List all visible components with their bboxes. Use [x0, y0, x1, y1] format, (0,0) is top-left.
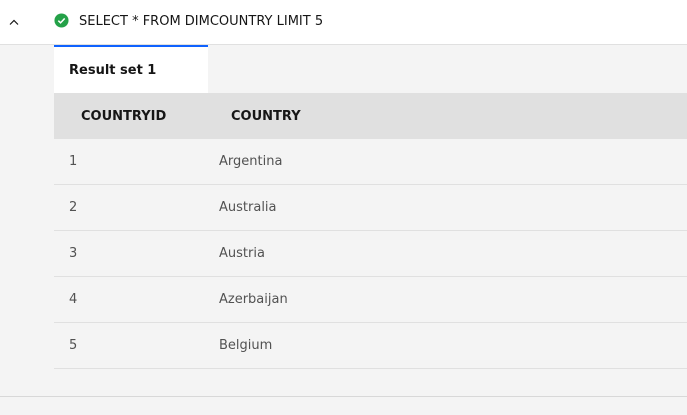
- column-header-country[interactable]: COUNTRY: [219, 93, 687, 139]
- chevron-up-icon: [9, 19, 19, 25]
- cell-countryid: 5: [54, 322, 219, 369]
- cell-country: Azerbaijan: [219, 276, 687, 323]
- collapse-toggle[interactable]: [4, 12, 24, 32]
- cell-country: Belgium: [219, 322, 687, 369]
- cell-countryid: 1: [54, 139, 219, 185]
- table-row: 3 Austria: [54, 230, 687, 277]
- table-row: 5 Belgium: [54, 322, 687, 369]
- cell-countryid: 4: [54, 276, 219, 323]
- cell-country: Austria: [219, 230, 687, 277]
- cell-country: Australia: [219, 184, 687, 231]
- cell-country: Argentina: [219, 139, 687, 185]
- tab-result-set-1[interactable]: Result set 1: [54, 45, 208, 93]
- table-row: 4 Azerbaijan: [54, 276, 687, 323]
- bottom-divider: [0, 396, 687, 397]
- tab-label: Result set 1: [69, 63, 157, 78]
- column-header-countryid[interactable]: COUNTRYID: [54, 93, 219, 139]
- table-row: 2 Australia: [54, 184, 687, 231]
- checkmark-filled-icon: [54, 13, 69, 28]
- results-table: COUNTRYID COUNTRY 1 Argentina 2 Australi…: [54, 93, 687, 369]
- table-header-row: COUNTRYID COUNTRY: [54, 93, 687, 139]
- cell-countryid: 2: [54, 184, 219, 231]
- query-text: SELECT * FROM DIMCOUNTRY LIMIT 5: [79, 14, 324, 29]
- cell-countryid: 3: [54, 230, 219, 277]
- table-row: 1 Argentina: [54, 139, 687, 185]
- query-header: SELECT * FROM DIMCOUNTRY LIMIT 5: [0, 0, 687, 45]
